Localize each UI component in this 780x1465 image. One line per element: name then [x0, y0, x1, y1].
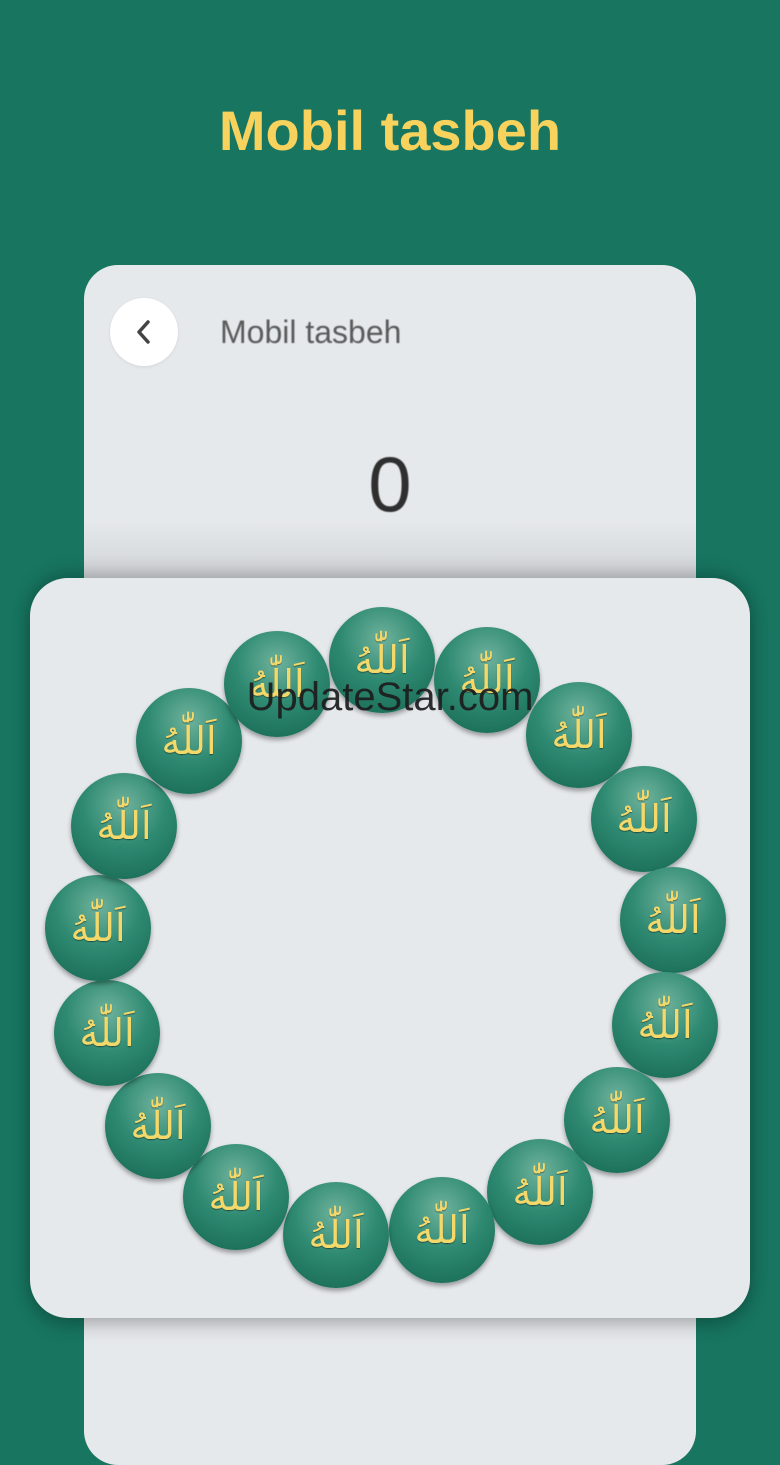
tasbeh-bead[interactable]: اَللّٰهُ [591, 766, 697, 872]
promo-title: Mobil tasbeh [218, 99, 562, 162]
tasbeh-bead[interactable]: اَللّٰهُ [487, 1139, 593, 1245]
bead-label: اَللّٰهُ [589, 1098, 645, 1142]
tasbeh-bead[interactable]: اَللّٰهُ [283, 1182, 389, 1288]
bead-label: اَللّٰهُ [645, 898, 701, 942]
bead-label: اَللّٰهُ [308, 1213, 364, 1257]
bead-label: اَللّٰهُ [208, 1175, 264, 1219]
bead-label: اَللّٰهُ [637, 1003, 693, 1047]
watermark: UpdateStar.com [246, 675, 534, 719]
tasbeh-bead[interactable]: اَللّٰهُ [389, 1177, 495, 1283]
back-button[interactable] [110, 298, 178, 366]
counter-value: 0 [368, 440, 412, 528]
bead-label: اَللّٰهُ [70, 906, 126, 950]
tasbeh-bead[interactable]: اَللّٰهُ [612, 972, 718, 1078]
tasbeh-bead[interactable]: اَللّٰهُ [71, 773, 177, 879]
bead-label: اَللّٰهُ [512, 1170, 568, 1214]
app-title: Mobil tasbeh [220, 314, 402, 350]
bead-label: اَللّٰهُ [414, 1208, 470, 1252]
chevron-left-icon [137, 320, 150, 344]
tasbeh-bead[interactable]: اَللّٰهُ [54, 980, 160, 1086]
tasbeh-bead[interactable]: اَللّٰهُ [620, 867, 726, 973]
tasbeh-bead[interactable]: اَللّٰهُ [105, 1073, 211, 1179]
tasbeh-bead[interactable]: اَللّٰهُ [45, 875, 151, 981]
bead-label: اَللّٰهُ [79, 1011, 135, 1055]
bead-label: اَللّٰهُ [616, 797, 672, 841]
bead-label: اَللّٰهُ [161, 719, 217, 763]
bead-label: اَللّٰهُ [96, 804, 152, 848]
tasbeh-bead[interactable]: اَللّٰهُ [183, 1144, 289, 1250]
bead-label: اَللّٰهُ [130, 1104, 186, 1148]
panel-shadow [84, 520, 696, 580]
